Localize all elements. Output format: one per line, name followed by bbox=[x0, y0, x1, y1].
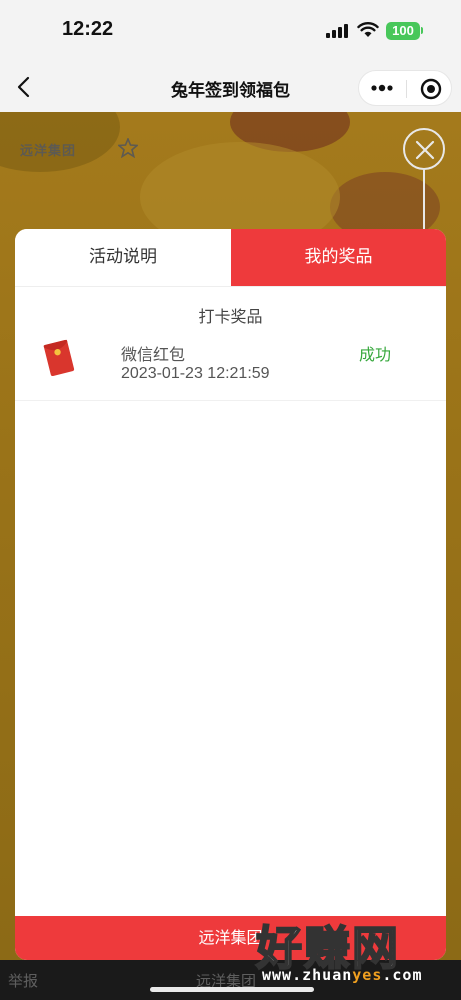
modal-tabs: 活动说明 我的奖品 bbox=[15, 229, 446, 286]
list-item: 微信红包 2023-01-23 12:21:59 成功 bbox=[15, 333, 446, 401]
home-indicator bbox=[150, 987, 314, 992]
close-connector-line bbox=[423, 170, 425, 232]
page-title: 兔年签到领福包 bbox=[171, 81, 290, 101]
nav-bar: 兔年签到领福包 bbox=[0, 62, 461, 112]
phone-screen: 12:22 100 兔年签到领福包 远洋集团 活动说明 我的奖品 打卡奖品 微信… bbox=[0, 0, 461, 1000]
battery-tip bbox=[421, 27, 423, 34]
brand-logo: 远洋集团 bbox=[20, 144, 77, 159]
prize-timestamp: 2023-01-23 12:21:59 bbox=[121, 365, 270, 382]
watermark: 好赚网 www.zhuanyes.com bbox=[255, 912, 446, 992]
capsule-divider bbox=[406, 80, 407, 98]
tabs-divider bbox=[15, 286, 446, 287]
target-icon[interactable] bbox=[420, 78, 442, 100]
red-envelope-icon bbox=[43, 339, 75, 377]
badge-icon bbox=[118, 138, 138, 158]
tab-my-prizes[interactable]: 我的奖品 bbox=[231, 229, 446, 286]
section-title: 打卡奖品 bbox=[198, 307, 263, 326]
chevron-left-icon[interactable] bbox=[14, 76, 34, 98]
more-dots-icon[interactable] bbox=[371, 82, 393, 94]
status-time: 12:22 bbox=[62, 18, 114, 40]
watermark-url-highlight: yes bbox=[352, 966, 383, 984]
status-badge: 成功 bbox=[359, 345, 392, 364]
tab-activity-rules[interactable]: 活动说明 bbox=[15, 229, 231, 286]
prize-modal: 活动说明 我的奖品 打卡奖品 微信红包 2023-01-23 12:21:59 … bbox=[15, 229, 446, 960]
wifi-icon bbox=[357, 22, 379, 37]
status-bar: 12:22 100 bbox=[0, 0, 461, 62]
report-link[interactable]: 举报 bbox=[8, 970, 38, 991]
close-button[interactable] bbox=[403, 128, 445, 170]
signal-icon bbox=[326, 24, 348, 38]
watermark-url-prefix: www.zhuan bbox=[262, 966, 353, 984]
watermark-url: www.zhuanyes.com bbox=[262, 966, 423, 984]
mini-program-capsule bbox=[358, 70, 452, 106]
close-icon bbox=[415, 140, 435, 160]
watermark-url-suffix: .com bbox=[382, 966, 423, 984]
battery-indicator: 100 bbox=[386, 22, 420, 40]
prize-name: 微信红包 bbox=[121, 345, 186, 364]
